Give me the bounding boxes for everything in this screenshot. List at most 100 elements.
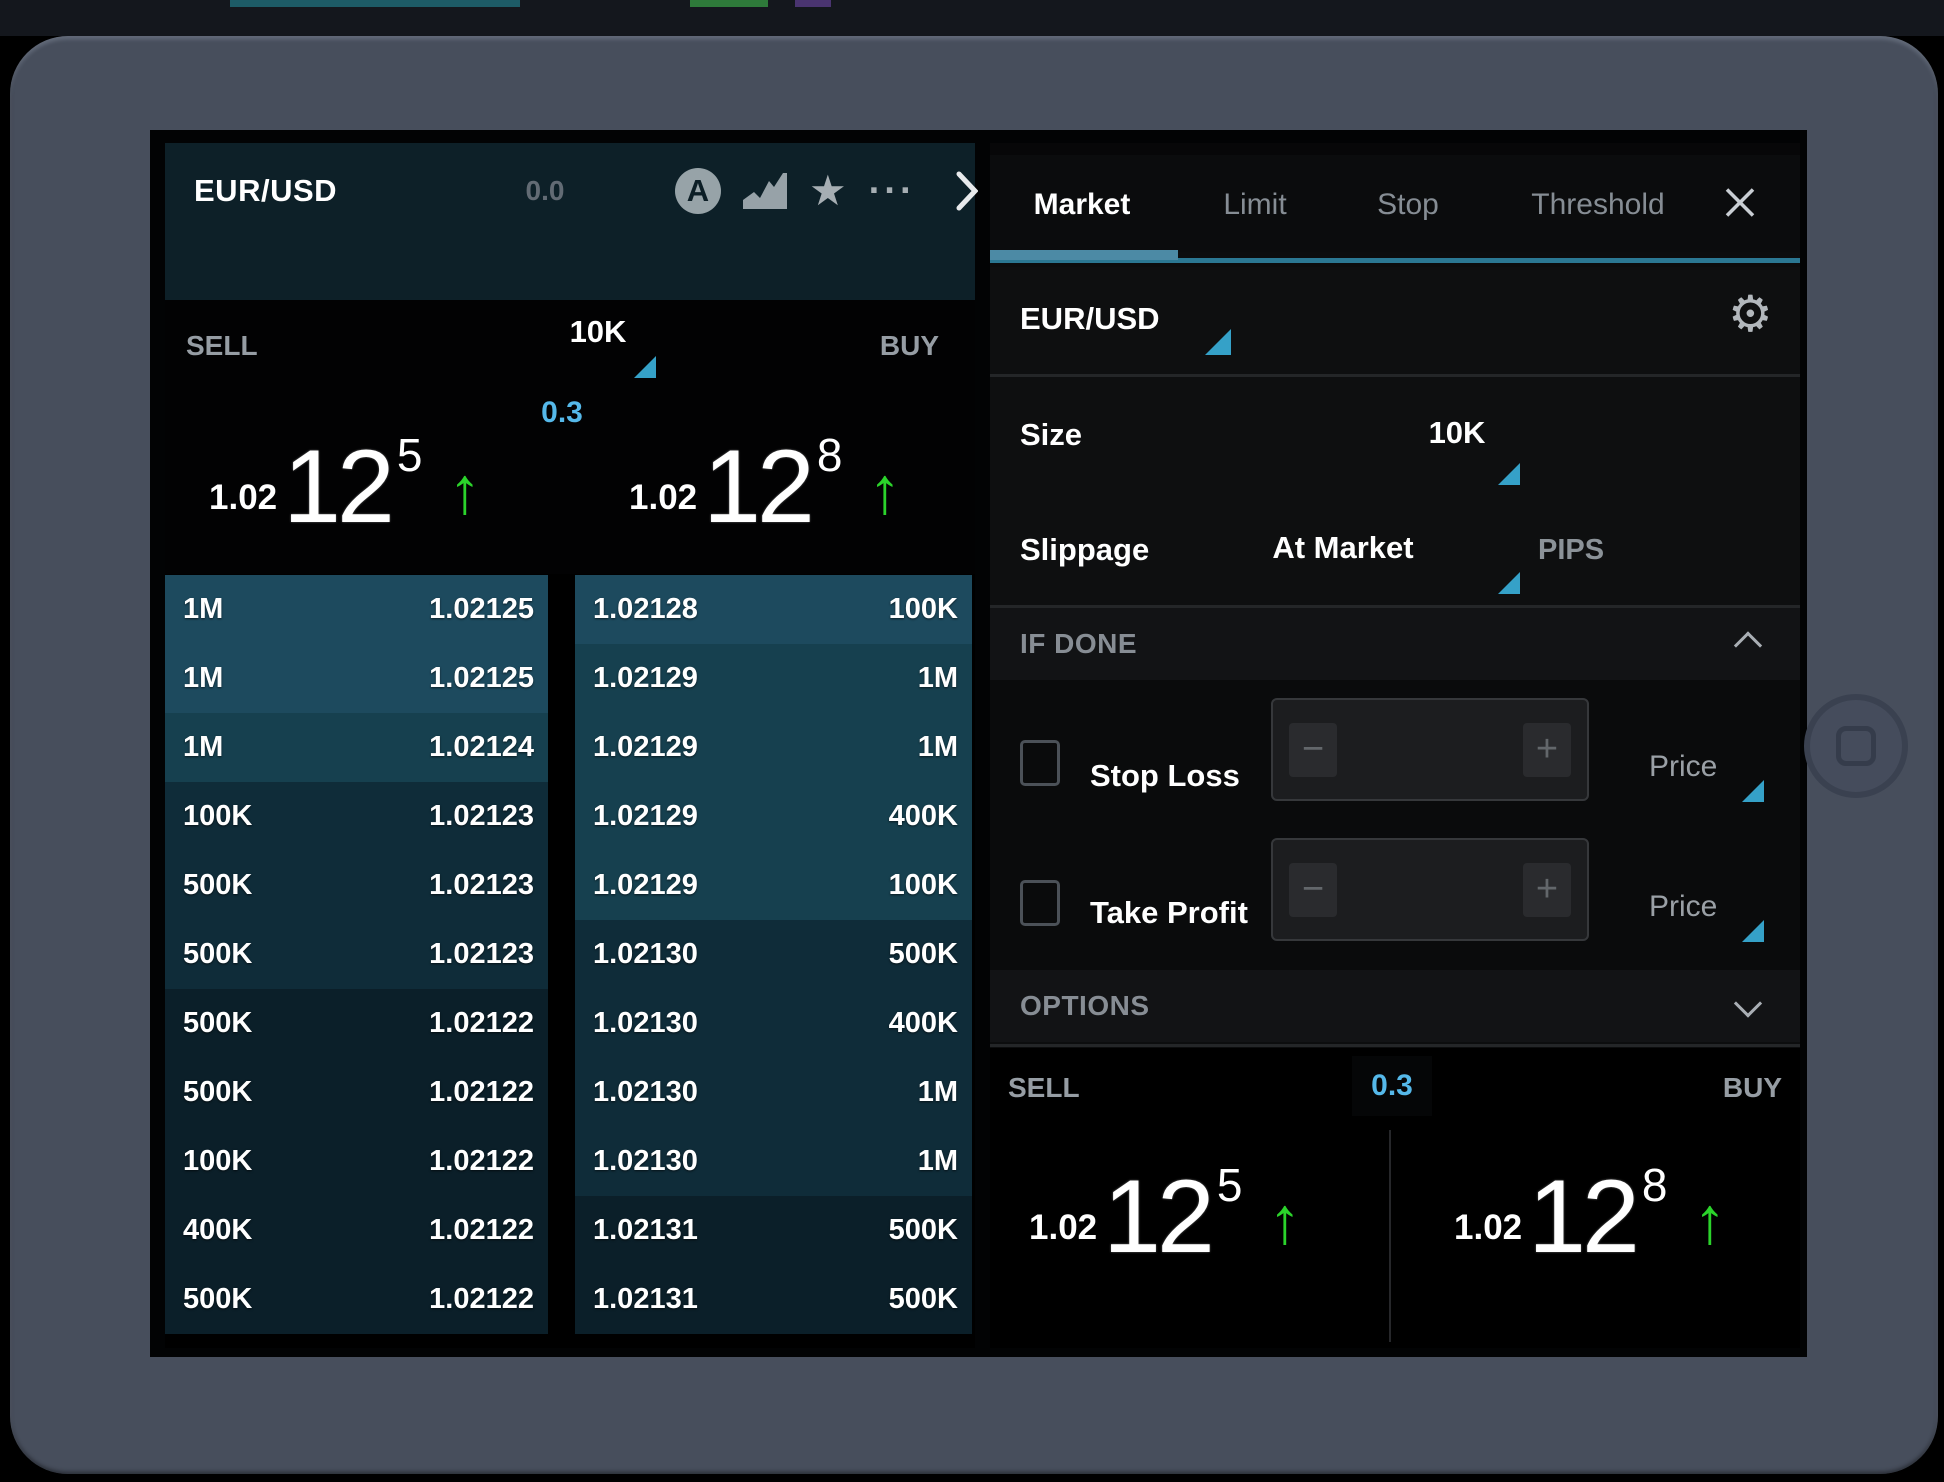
depth-price: 1.02123 xyxy=(429,800,534,833)
ticket-quote-strip: SELL BUY 0.3 1.02 12 5 ↑ 1.02 12 8 ↑ xyxy=(990,1048,1800,1348)
depth-size: 500K xyxy=(889,1214,958,1247)
ticket-instrument[interactable]: EUR/USD xyxy=(1020,301,1160,337)
spread-box: 0.3 xyxy=(1352,1056,1432,1116)
depth-size: 400K xyxy=(889,1007,958,1040)
depth-price: 1.02122 xyxy=(429,1007,534,1040)
price-fraction: 8 xyxy=(1642,1158,1668,1212)
depth-price: 1.02130 xyxy=(593,1007,698,1040)
price-prefix: 1.02 xyxy=(1029,1208,1097,1248)
home-button-icon xyxy=(1836,726,1876,766)
depth-price: 1.02122 xyxy=(429,1145,534,1178)
market-panel: EUR/USD 0.0 A ★ ··· L:1.01893 H:1.02128 … xyxy=(165,143,975,1348)
depth-size: 500K xyxy=(183,938,252,971)
close-icon[interactable] xyxy=(1723,186,1757,225)
bid-ladder-column: 1M1.021251M1.021251M1.02124100K1.0212350… xyxy=(165,575,548,1334)
ladder-row[interactable]: 1M1.02124 xyxy=(165,713,548,782)
increment-button[interactable]: + xyxy=(1523,723,1571,777)
depth-ladder: 1M1.021251M1.021251M1.02124100K1.0212350… xyxy=(165,575,975,1334)
sell-label: SELL xyxy=(1008,1072,1080,1104)
tab-threshold[interactable]: Threshold xyxy=(1531,188,1664,222)
depth-size: 1M xyxy=(918,1145,958,1178)
depth-size: 500K xyxy=(183,1076,252,1109)
home-button[interactable] xyxy=(1804,694,1908,798)
price-prefix: 1.02 xyxy=(209,478,277,518)
ladder-row[interactable]: 1.02131500K xyxy=(575,1196,972,1265)
ladder-row[interactable]: 1.02130500K xyxy=(575,920,972,989)
tab-market[interactable]: Market xyxy=(1034,188,1131,222)
ladder-row[interactable]: 1.02129100K xyxy=(575,851,972,920)
price-fraction: 5 xyxy=(1217,1158,1243,1212)
depth-size: 400K xyxy=(183,1214,252,1247)
strip-accent xyxy=(795,0,831,7)
more-options-icon[interactable]: ··· xyxy=(869,180,916,203)
ladder-row[interactable]: 1M1.02125 xyxy=(165,575,548,644)
stop-loss-label: Stop Loss xyxy=(1090,758,1240,794)
tab-underline-active xyxy=(990,250,1178,260)
up-arrow-icon: ↑ xyxy=(448,461,481,520)
background-window-strip xyxy=(0,0,1944,36)
increment-button[interactable]: + xyxy=(1523,863,1571,917)
favorite-star-icon[interactable]: ★ xyxy=(809,170,847,212)
ladder-row[interactable]: 1.021291M xyxy=(575,644,972,713)
ladder-row[interactable]: 500K1.02122 xyxy=(165,1058,548,1127)
gear-icon[interactable]: ⚙ xyxy=(1728,285,1773,343)
dropdown-corner-icon xyxy=(1742,780,1764,802)
decrement-button[interactable]: − xyxy=(1289,863,1337,917)
ladder-row[interactable]: 500K1.02123 xyxy=(165,851,548,920)
quote-strip: SELL BUY 10K 0.3 1.02 12 5 ↑ 1.02 12 8 ↑ xyxy=(165,300,975,574)
depth-size: 100K xyxy=(889,869,958,902)
sell-price-button[interactable]: 1.02 12 5 ↑ xyxy=(1029,1158,1301,1258)
size-value[interactable]: 10K xyxy=(1407,415,1507,451)
ladder-row[interactable]: 500K 1.02122 xyxy=(165,989,548,1058)
sell-price-button[interactable]: 1.02 12 5 ↑ xyxy=(209,428,481,528)
buy-price-button[interactable]: 1.02 12 8 ↑ xyxy=(629,428,901,528)
ladder-row[interactable]: 1.02131500K xyxy=(575,1265,972,1334)
take-profit-price-type[interactable]: Price xyxy=(1649,890,1717,924)
stop-loss-price-type[interactable]: Price xyxy=(1649,750,1717,784)
price-big-figure: 12 xyxy=(703,447,811,528)
depth-size: 500K xyxy=(889,1283,958,1316)
size-label: Size xyxy=(1020,417,1082,453)
depth-price: 1.02123 xyxy=(429,938,534,971)
chevron-right-icon[interactable] xyxy=(956,171,978,211)
depth-price: 1.02130 xyxy=(593,1076,698,1109)
depth-size: 500K xyxy=(183,1283,252,1316)
if-done-title: IF DONE xyxy=(1020,628,1137,660)
buy-price-button[interactable]: 1.02 12 8 ↑ xyxy=(1454,1158,1726,1258)
divider xyxy=(990,1044,1800,1047)
if-done-header[interactable]: IF DONE xyxy=(990,608,1800,680)
take-profit-label: Take Profit xyxy=(1090,895,1248,931)
auto-badge-icon[interactable]: A xyxy=(675,168,721,214)
ladder-row[interactable]: 1.021301M xyxy=(575,1127,972,1196)
ladder-row[interactable]: 500K1.02122 xyxy=(165,1265,548,1334)
chart-icon[interactable] xyxy=(743,173,787,209)
take-profit-checkbox[interactable] xyxy=(1020,880,1060,926)
depth-size: 500K xyxy=(183,1007,252,1040)
stop-loss-stepper: − + xyxy=(1271,698,1589,801)
ladder-row[interactable]: 400K1.02122 xyxy=(165,1196,548,1265)
ladder-row[interactable]: 1.02128100K xyxy=(575,575,972,644)
take-profit-stepper: − + xyxy=(1271,838,1589,941)
slippage-value[interactable]: At Market xyxy=(1268,530,1418,566)
ladder-row[interactable]: 1.021301M xyxy=(575,1058,972,1127)
dropdown-corner-icon xyxy=(634,356,656,378)
ladder-row[interactable]: 500K 1.02123 xyxy=(165,920,548,989)
tab-limit[interactable]: Limit xyxy=(1223,188,1286,222)
ladder-row[interactable]: 100K1.02123 xyxy=(165,782,548,851)
dropdown-corner-icon xyxy=(1742,920,1764,942)
instrument-header: EUR/USD 0.0 A ★ ··· L:1.01893 H:1.02128 xyxy=(165,143,975,300)
ladder-row[interactable]: 1.021291M xyxy=(575,713,972,782)
size-row: Size 10K xyxy=(990,377,1800,500)
trade-size-value[interactable]: 10K xyxy=(548,314,648,350)
chevron-up-icon xyxy=(1738,628,1758,661)
ladder-row[interactable]: 100K1.02122 xyxy=(165,1127,548,1196)
header-icon-group: A ★ ··· xyxy=(675,165,978,217)
tab-stop[interactable]: Stop xyxy=(1377,188,1439,222)
stop-loss-checkbox[interactable] xyxy=(1020,740,1060,786)
ladder-row[interactable]: 1.02129400K xyxy=(575,782,972,851)
options-header[interactable]: OPTIONS xyxy=(990,970,1800,1042)
decrement-button[interactable]: − xyxy=(1289,723,1337,777)
ladder-row[interactable]: 1M1.02125 xyxy=(165,644,548,713)
ladder-row[interactable]: 1.02130 400K xyxy=(575,989,972,1058)
depth-size: 500K xyxy=(889,938,958,971)
